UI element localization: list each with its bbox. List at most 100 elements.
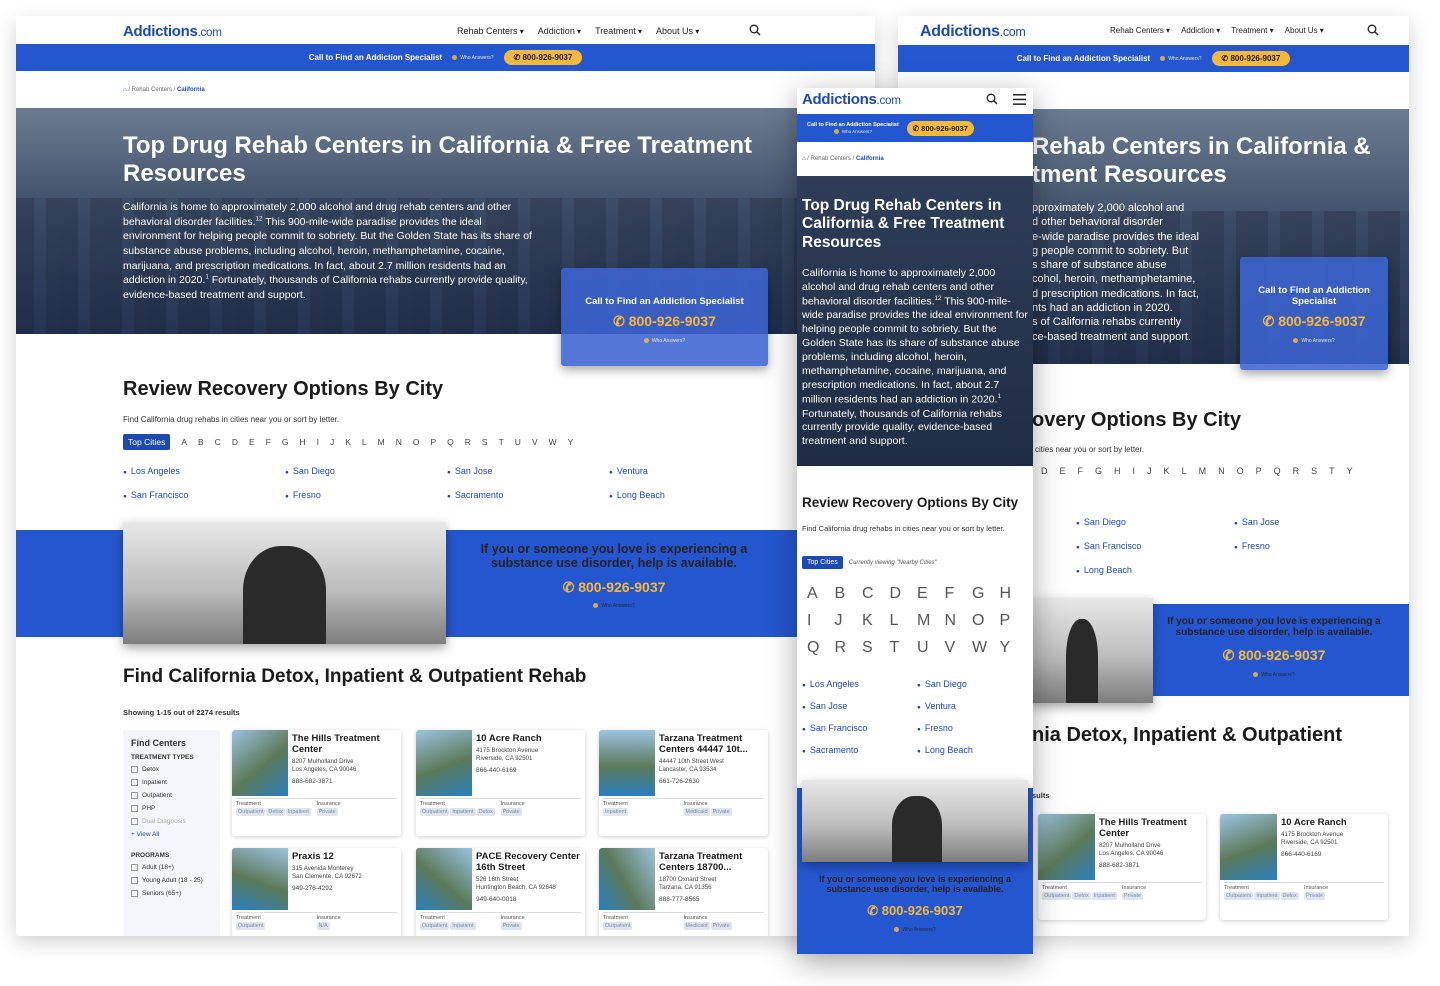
letter-link[interactable]: Q	[447, 437, 454, 447]
rehab-name[interactable]: PACE Recovery Center 16th Street	[476, 851, 581, 874]
letter-link[interactable]: H	[1000, 585, 1028, 603]
letter-link[interactable]: G	[1095, 466, 1102, 476]
rehab-name[interactable]: The Hills Treatment Center	[292, 733, 397, 756]
filter-checkbox[interactable]: Dual Diagnosis	[131, 818, 212, 825]
letter-link[interactable]: Y	[1347, 466, 1353, 476]
search-icon[interactable]	[749, 24, 761, 36]
top-cities-tab-mobile[interactable]: Top Cities	[802, 556, 843, 569]
letter-link[interactable]: S	[482, 437, 488, 447]
letter-link[interactable]: A	[807, 585, 835, 603]
letter-link[interactable]: W	[972, 639, 1000, 657]
top-cities-tab[interactable]: Top Cities	[123, 434, 171, 450]
nav-about-us-tablet[interactable]: About Us	[1285, 26, 1324, 35]
search-icon[interactable]	[1367, 24, 1379, 36]
rehab-name[interactable]: The Hills Treatment Center	[1099, 817, 1202, 840]
letter-link[interactable]: P	[1256, 466, 1262, 476]
letter-link[interactable]: I	[1133, 466, 1136, 476]
who-answers-link[interactable]: Who Answers?	[452, 55, 493, 61]
filter-checkbox[interactable]: Outpatient	[131, 792, 212, 799]
breadcrumb-rehab-centers[interactable]: Rehab Centers	[132, 87, 172, 93]
rehab-card[interactable]: 10 Acre Ranch 4175 Brockton Avenue Riversi…	[1220, 814, 1388, 920]
letter-link[interactable]: S	[1311, 466, 1317, 476]
city-link[interactable]: San Jose	[802, 701, 917, 711]
letter-link[interactable]: T	[499, 437, 504, 447]
letter-link[interactable]: E	[1060, 466, 1066, 476]
rehab-phone[interactable]: 949-640-0018	[476, 896, 516, 903]
site-logo-mobile[interactable]: Addictions.com	[802, 91, 901, 108]
rehab-card[interactable]: 10 Acre Ranch 4175 Brockton Avenue Riversi…	[416, 730, 585, 836]
letter-link[interactable]: O	[413, 437, 420, 447]
rehab-phone[interactable]: 866-440-6169	[476, 767, 516, 774]
letter-link[interactable]: C	[862, 585, 890, 603]
help-phone-tablet[interactable]: ✆ 800-926-9037	[1158, 647, 1390, 664]
rehab-name[interactable]: Tarzana Treatment Centers 18700...	[659, 851, 764, 874]
letter-link[interactable]: K	[862, 612, 890, 630]
letter-link[interactable]: B	[198, 437, 204, 447]
city-link[interactable]: Long Beach	[609, 490, 771, 500]
cta-phone-tablet[interactable]: ✆ 800-926-9037	[1240, 313, 1388, 330]
letter-link[interactable]: U	[917, 639, 945, 657]
breadcrumb-rehab-centers-mobile[interactable]: Rehab Centers	[811, 156, 851, 162]
letter-link[interactable]: Q	[807, 639, 835, 657]
letter-link[interactable]: C	[215, 437, 221, 447]
letter-link[interactable]: N	[1218, 466, 1225, 476]
filter-checkbox[interactable]: Detox	[131, 766, 212, 773]
city-link[interactable]: Los Angeles	[123, 466, 285, 476]
home-icon[interactable]: ⌂	[802, 156, 806, 162]
city-link[interactable]: Fresno	[1234, 541, 1392, 551]
letter-link[interactable]: R	[465, 437, 471, 447]
letter-link[interactable]: R	[1293, 466, 1300, 476]
filter-checkbox[interactable]: Seniors (65+)	[131, 890, 212, 897]
letter-link[interactable]: L	[1182, 466, 1187, 476]
letter-link[interactable]: P	[1000, 612, 1028, 630]
nav-treatment[interactable]: Treatment	[595, 26, 642, 36]
letter-link[interactable]: D	[1041, 466, 1048, 476]
letter-link[interactable]: J	[330, 437, 334, 447]
letter-link[interactable]: Y	[1000, 639, 1028, 657]
letter-link[interactable]: B	[835, 585, 863, 603]
city-link[interactable]: San Diego	[285, 466, 447, 476]
search-icon[interactable]	[986, 93, 998, 105]
call-bar-phone-button-mobile[interactable]: ✆ 800-926-9037	[906, 120, 974, 136]
city-link[interactable]: Sacramento	[802, 745, 917, 755]
city-link[interactable]: San Diego	[917, 679, 1032, 689]
menu-icon[interactable]	[1013, 94, 1026, 105]
cta-phone[interactable]: ✆ 800-926-9037	[561, 313, 768, 330]
city-link[interactable]: San Francisco	[1076, 541, 1234, 551]
letter-link[interactable]: L	[362, 437, 367, 447]
rehab-name[interactable]: Tarzana Treatment Centers 44447 10t...	[659, 733, 764, 756]
letter-link[interactable]: T	[890, 639, 918, 657]
letter-link[interactable]: E	[249, 437, 255, 447]
rehab-phone[interactable]: 949-276-4292	[292, 885, 332, 892]
letter-link[interactable]: L	[890, 612, 918, 630]
city-link[interactable]: San Jose	[447, 466, 609, 476]
filter-checkbox[interactable]: PHP	[131, 805, 212, 812]
call-cta-box[interactable]: Call to Find an Addiction Specialist ✆ 8…	[561, 268, 768, 366]
nav-about-us[interactable]: About Us	[656, 26, 699, 36]
nav-addiction-tablet[interactable]: Addiction	[1181, 26, 1220, 35]
filter-checkbox[interactable]: Young Adult (18 - 25)	[131, 877, 212, 884]
call-cta-box-tablet[interactable]: Call to Find an Addiction Specialist ✆ 8…	[1240, 257, 1388, 370]
letter-link[interactable]: O	[972, 612, 1000, 630]
city-link[interactable]: Los Angeles	[802, 679, 917, 689]
letter-link[interactable]: T	[1329, 466, 1335, 476]
city-link[interactable]: San Francisco	[802, 723, 917, 733]
letter-link[interactable]: R	[835, 639, 863, 657]
letter-link[interactable]: D	[890, 585, 918, 603]
letter-link[interactable]: V	[532, 437, 538, 447]
letter-link[interactable]: D	[232, 437, 238, 447]
letter-link[interactable]: Y	[568, 437, 574, 447]
letter-link[interactable]: M	[1199, 466, 1207, 476]
letter-link[interactable]: G	[972, 585, 1000, 603]
letter-link[interactable]: K	[1164, 466, 1170, 476]
rehab-phone[interactable]: 866-440-6169	[1281, 851, 1321, 858]
letter-link[interactable]: P	[430, 437, 436, 447]
view-all-link[interactable]: + View All	[131, 831, 212, 838]
letter-link[interactable]: F	[266, 437, 271, 447]
letter-link[interactable]: A	[181, 437, 187, 447]
cta-who-answers[interactable]: Who Answers?	[561, 338, 768, 344]
site-logo[interactable]: Addictions.com	[123, 23, 222, 40]
cta-who-answers-tablet[interactable]: Who Answers?	[1240, 338, 1388, 344]
nav-rehab-centers[interactable]: Rehab Centers	[457, 26, 524, 36]
rehab-name[interactable]: Praxis 12	[292, 851, 397, 863]
